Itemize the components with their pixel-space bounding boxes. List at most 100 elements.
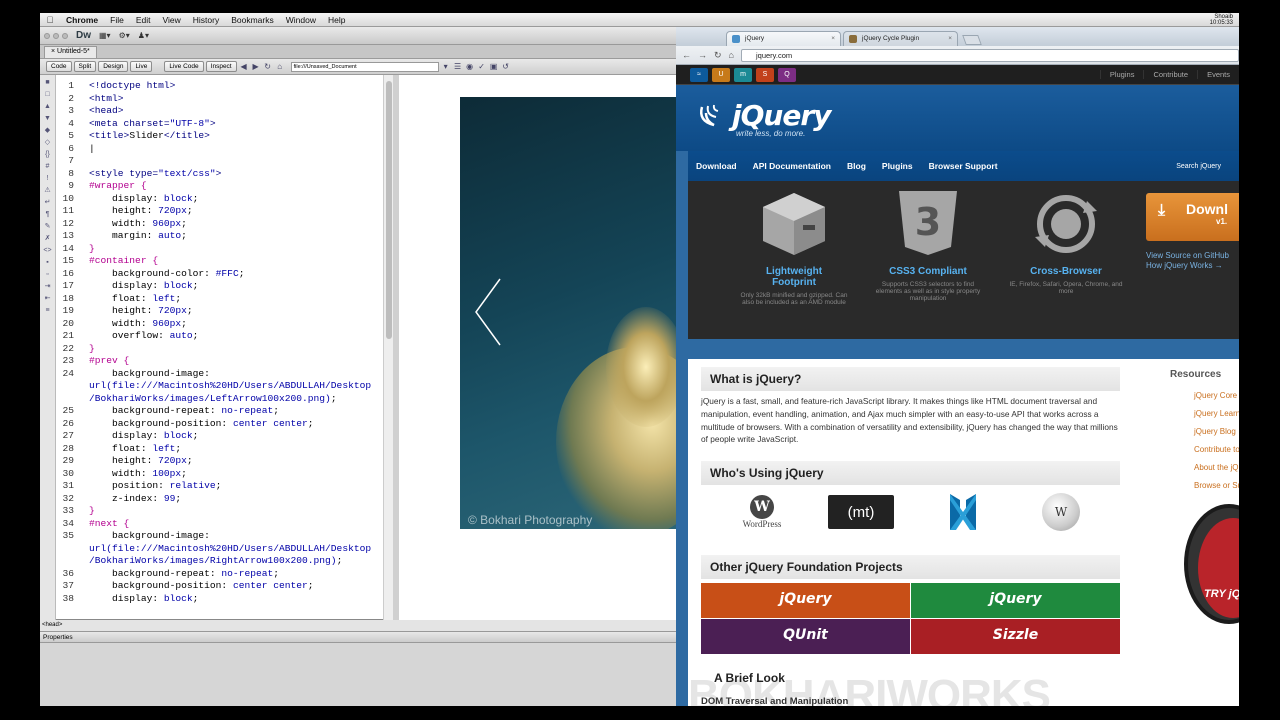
code-view-button[interactable]: Code bbox=[46, 61, 72, 72]
code-line[interactable]: 14} bbox=[56, 243, 383, 256]
code-line[interactable]: 22} bbox=[56, 343, 383, 356]
code-editor[interactable]: 1 <!doctype html> 2 <html> 3 <head> 4 <meta cha… bbox=[56, 75, 383, 620]
code-line[interactable]: 38 display: block; bbox=[56, 593, 383, 606]
inspect-button[interactable]: Inspect bbox=[205, 61, 237, 72]
close-tab-icon[interactable]: × bbox=[831, 32, 835, 46]
try-jquery-badge[interactable]: TRY jQ bbox=[1184, 504, 1239, 624]
code-scrollbar-thumb[interactable] bbox=[386, 81, 392, 339]
design-view[interactable]: © Bokhari Photography bbox=[399, 75, 676, 620]
project-sizzle[interactable]: Sizzle bbox=[911, 619, 1120, 654]
jquery-logo[interactable]: jQuery bbox=[698, 99, 1239, 132]
menu-help[interactable]: Help bbox=[322, 15, 351, 25]
code-line[interactable]: url(file:///Macintosh%20HD/Users/ABDULLA… bbox=[56, 380, 383, 393]
show-code-navigator-icon[interactable]: □ bbox=[42, 90, 54, 99]
code-line[interactable]: 19 height: 720px; bbox=[56, 305, 383, 318]
code-line[interactable]: 3 <head> bbox=[56, 105, 383, 118]
code-line[interactable]: 18 float: left; bbox=[56, 293, 383, 306]
omnibox[interactable]: jquery.com bbox=[740, 48, 1239, 62]
left-arrow-icon[interactable] bbox=[474, 277, 504, 347]
qunit-site-icon[interactable]: Q bbox=[778, 67, 796, 82]
menu-edit[interactable]: Edit bbox=[130, 15, 157, 25]
menu-history[interactable]: History bbox=[187, 15, 225, 25]
home-icon[interactable]: ⌂ bbox=[275, 62, 285, 72]
syntax-error-icon[interactable]: ⚠ bbox=[42, 186, 54, 195]
code-line[interactable]: 17 display: block; bbox=[56, 280, 383, 293]
code-line[interactable]: 29 height: 720px; bbox=[56, 455, 383, 468]
recent-snippets-icon[interactable]: ▪ bbox=[42, 258, 54, 267]
code-line[interactable]: url(file:///Macintosh%20HD/Users/ABDULLA… bbox=[56, 543, 383, 556]
menubar-clock[interactable]: Shoaib 10:05:33 bbox=[1210, 14, 1239, 26]
reload-icon[interactable]: ↻ bbox=[714, 50, 722, 61]
word-wrap-icon[interactable]: ↵ bbox=[42, 198, 54, 207]
back-icon[interactable]: ◀ bbox=[239, 62, 249, 72]
select-parent-tag-icon[interactable]: ◇ bbox=[42, 138, 54, 147]
project-qunit[interactable]: QUnit bbox=[701, 619, 910, 654]
sizzle-site-icon[interactable]: S bbox=[756, 67, 774, 82]
resource-link[interactable]: jQuery Learning bbox=[1170, 405, 1239, 423]
code-line[interactable]: 32 z-index: 99; bbox=[56, 493, 383, 506]
remove-comment-icon[interactable]: ✗ bbox=[42, 234, 54, 243]
code-line[interactable]: 2 <html> bbox=[56, 93, 383, 106]
code-line[interactable]: 23 #prev { bbox=[56, 355, 383, 368]
code-line[interactable]: 13 margin: auto; bbox=[56, 230, 383, 243]
menu-window[interactable]: Window bbox=[280, 15, 322, 25]
forward-icon[interactable]: ▶ bbox=[251, 62, 261, 72]
line-numbers-icon[interactable]: # bbox=[42, 162, 54, 171]
home-icon[interactable]: ⌂ bbox=[729, 50, 734, 60]
wordpress-logo[interactable]: W WordPress bbox=[727, 495, 797, 529]
apple-menu-icon[interactable]:  bbox=[40, 15, 60, 25]
apply-comment-icon[interactable]: ✎ bbox=[42, 222, 54, 231]
wikipedia-logo[interactable]: W bbox=[1041, 493, 1081, 531]
code-line[interactable]: 24 background-image: bbox=[56, 368, 383, 381]
address-field[interactable]: file:///Unsaved_Document bbox=[290, 61, 439, 72]
zoom-window-button[interactable] bbox=[62, 32, 68, 39]
code-line[interactable]: 5 <title>Slider</title> bbox=[56, 130, 383, 143]
mediatemple-logo[interactable]: (mt) bbox=[828, 495, 894, 529]
menu-file[interactable]: File bbox=[104, 15, 130, 25]
visual-aids-icon[interactable]: ▣ bbox=[489, 62, 499, 72]
back-icon[interactable]: ← bbox=[682, 50, 691, 60]
code-line[interactable]: 36 background-repeat: no-repeat; bbox=[56, 568, 383, 581]
balance-braces-icon[interactable]: {} bbox=[42, 150, 54, 159]
nav-api-documentation[interactable]: API Documentation bbox=[745, 161, 839, 171]
code-line[interactable]: 7 bbox=[56, 155, 383, 168]
address-dropdown-icon[interactable]: ▾ bbox=[441, 62, 451, 72]
code-line[interactable]: 25 background-repeat: no-repeat; bbox=[56, 405, 383, 418]
close-tab-icon[interactable]: × bbox=[948, 32, 952, 46]
top-link-plugins[interactable]: Plugins bbox=[1099, 70, 1144, 79]
code-line[interactable]: /BokhariWorks/images/LeftArrow100x200.pn… bbox=[56, 393, 383, 406]
wrap-tag-icon[interactable]: <> bbox=[42, 246, 54, 255]
top-link-events[interactable]: Events bbox=[1197, 70, 1239, 79]
resource-link[interactable]: About the jQuery bbox=[1170, 459, 1239, 477]
code-line[interactable]: 20 width: 960px; bbox=[56, 318, 383, 331]
code-line[interactable]: 6 | bbox=[56, 143, 383, 156]
menu-bookmarks[interactable]: Bookmarks bbox=[225, 15, 280, 25]
menu-app-name[interactable]: Chrome bbox=[60, 15, 104, 25]
close-window-button[interactable] bbox=[44, 32, 50, 39]
resource-link[interactable]: jQuery Blog bbox=[1170, 423, 1239, 441]
menu-view[interactable]: View bbox=[156, 15, 186, 25]
view-source-link[interactable]: View Source on GitHub bbox=[1146, 251, 1229, 260]
live-code-button[interactable]: Live Code bbox=[164, 61, 204, 72]
code-line[interactable]: 11 height: 720px; bbox=[56, 205, 383, 218]
layout-menu-icon[interactable]: ▦▾ bbox=[99, 31, 111, 40]
jquerymobile-site-icon[interactable]: m bbox=[734, 67, 752, 82]
tab-cycle-plugin[interactable]: jQuery Cycle Plugin × bbox=[843, 31, 958, 46]
code-line[interactable]: /BokhariWorks/images/RightArrow100x200.p… bbox=[56, 555, 383, 568]
collapse-tag-icon[interactable]: ▲ bbox=[42, 102, 54, 111]
preview-browser-icon[interactable]: ◉ bbox=[465, 62, 475, 72]
expand-all-icon[interactable]: ◆ bbox=[42, 126, 54, 135]
tag-selector[interactable]: <head> bbox=[40, 620, 676, 632]
refresh-icon[interactable]: ↻ bbox=[263, 62, 273, 72]
jquery-site-icon[interactable]: ≈ bbox=[690, 67, 708, 82]
code-line[interactable]: 31 position: relative; bbox=[56, 480, 383, 493]
split-view-button[interactable]: Split bbox=[73, 61, 97, 72]
code-line[interactable]: 10 display: block; bbox=[56, 193, 383, 206]
format-source-icon[interactable]: ≡ bbox=[42, 306, 54, 315]
code-line[interactable]: 28 float: left; bbox=[56, 443, 383, 456]
how-jquery-works-link[interactable]: How jQuery Works → bbox=[1146, 261, 1223, 270]
tab-jquery[interactable]: jQuery × bbox=[726, 31, 841, 46]
code-line[interactable]: 1 <!doctype html> bbox=[56, 80, 383, 93]
code-line[interactable]: 16 background-color: #FFC; bbox=[56, 268, 383, 281]
code-line[interactable]: 34 #next { bbox=[56, 518, 383, 531]
